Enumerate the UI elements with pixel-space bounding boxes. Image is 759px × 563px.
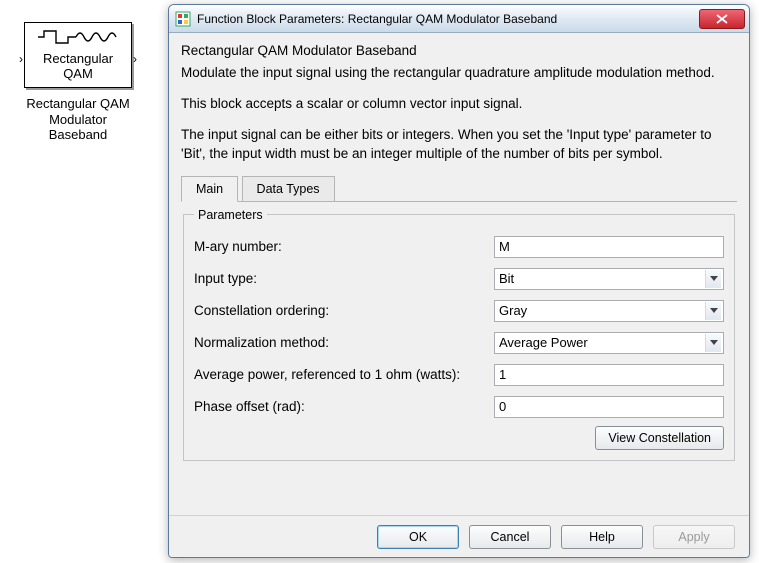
titlebar[interactable]: Function Block Parameters: Rectangular Q… — [169, 5, 749, 33]
label-constellation-ordering: Constellation ordering: — [194, 303, 329, 318]
apply-button: Apply — [653, 525, 735, 549]
label-mary-number: M-ary number: — [194, 239, 282, 254]
label-normalization-method: Normalization method: — [194, 335, 329, 350]
row-average-power: Average power, referenced to 1 ohm (watt… — [194, 360, 724, 390]
row-mary-number: M-ary number: — [194, 232, 724, 262]
waveform-icon — [25, 29, 131, 50]
block-label: Rectangular QAM — [25, 52, 131, 82]
block-caption-l3: Baseband — [49, 127, 108, 142]
chevron-down-icon — [705, 302, 721, 320]
description-2: This block accepts a scalar or column ve… — [181, 95, 737, 114]
block-heading: Rectangular QAM Modulator Baseband — [181, 43, 737, 58]
parameters-dialog: Function Block Parameters: Rectangular Q… — [168, 4, 750, 558]
row-constellation-ordering: Constellation ordering: Gray — [194, 296, 724, 326]
close-icon — [716, 14, 728, 24]
block-caption-l2: Modulator — [49, 112, 107, 127]
chevron-down-icon — [705, 270, 721, 288]
block-caption-l1: Rectangular QAM — [26, 96, 129, 111]
parameters-fieldset: Parameters M-ary number: Input type: Bit — [183, 208, 735, 461]
app-icon — [175, 11, 191, 27]
dialog-footer: OK Cancel Help Apply — [169, 515, 749, 557]
simulink-block[interactable]: › › Rectangular QAM — [24, 22, 132, 88]
label-phase-offset: Phase offset (rad): — [194, 399, 305, 414]
select-normalization-method-value: Average Power — [499, 335, 588, 350]
row-normalization-method: Normalization method: Average Power — [194, 328, 724, 358]
select-normalization-method[interactable]: Average Power — [494, 332, 724, 354]
select-input-type[interactable]: Bit — [494, 268, 724, 290]
output-port-icon: › — [133, 52, 137, 66]
chevron-down-icon — [705, 334, 721, 352]
tab-data-types[interactable]: Data Types — [242, 176, 335, 202]
row-view-constellation: View Constellation — [194, 426, 724, 450]
input-mary-number[interactable] — [494, 236, 724, 258]
dialog-body: Rectangular QAM Modulator Baseband Modul… — [169, 33, 749, 469]
tabstrip: Main Data Types — [181, 176, 737, 202]
select-constellation-ordering[interactable]: Gray — [494, 300, 724, 322]
cancel-button[interactable]: Cancel — [469, 525, 551, 549]
help-button[interactable]: Help — [561, 525, 643, 549]
block-caption: Rectangular QAM Modulator Baseband — [18, 96, 138, 143]
row-input-type: Input type: Bit — [194, 264, 724, 294]
description-3: The input signal can be either bits or i… — [181, 126, 737, 164]
close-button[interactable] — [699, 9, 745, 29]
tab-main[interactable]: Main — [181, 176, 238, 202]
label-average-power: Average power, referenced to 1 ohm (watt… — [194, 367, 460, 382]
tab-content-main: Parameters M-ary number: Input type: Bit — [181, 202, 737, 469]
select-input-type-value: Bit — [499, 271, 514, 286]
block-label-line1: Rectangular — [43, 51, 113, 66]
label-input-type: Input type: — [194, 271, 257, 286]
input-port-icon: › — [19, 52, 23, 66]
input-phase-offset[interactable] — [494, 396, 724, 418]
view-constellation-button[interactable]: View Constellation — [595, 426, 724, 450]
parameters-legend: Parameters — [194, 208, 267, 222]
window-title: Function Block Parameters: Rectangular Q… — [197, 12, 699, 26]
simulink-block-container: › › Rectangular QAM Rectangular QAM Modu… — [18, 22, 138, 143]
row-phase-offset: Phase offset (rad): — [194, 392, 724, 422]
description-1: Modulate the input signal using the rect… — [181, 64, 737, 83]
block-label-line2: QAM — [63, 66, 93, 81]
ok-button[interactable]: OK — [377, 525, 459, 549]
input-average-power[interactable] — [494, 364, 724, 386]
select-constellation-ordering-value: Gray — [499, 303, 527, 318]
